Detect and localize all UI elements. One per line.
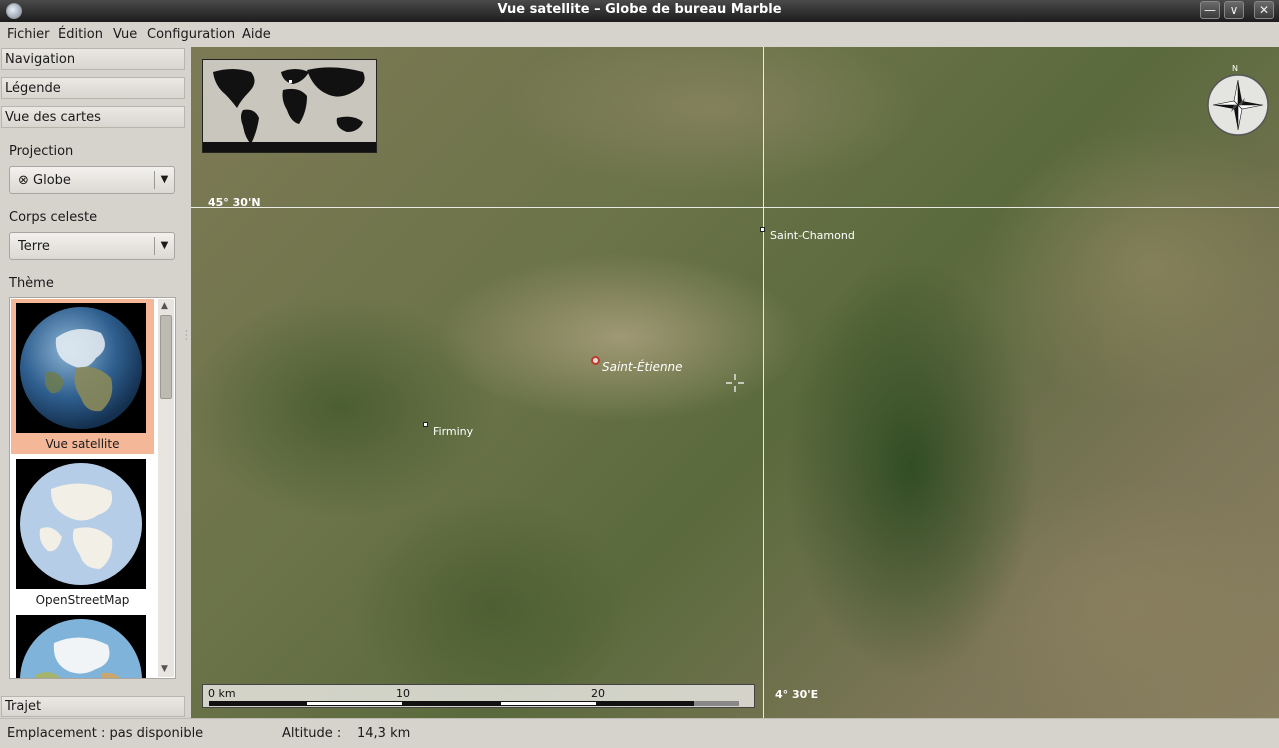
theme-item-openstreetmap[interactable]: OpenStreetMap <box>11 455 154 610</box>
major-city-marker[interactable] <box>591 356 600 365</box>
section-navigation[interactable]: Navigation <box>1 48 185 70</box>
overview-world-map[interactable] <box>202 59 377 153</box>
window-title: Vue satellite – Globe de bureau Marble <box>497 2 782 17</box>
longitude-label: 4° 30'E <box>775 688 819 701</box>
menu-fichier[interactable]: Fichier <box>7 27 50 42</box>
satellite-globe-thumbnail <box>16 303 146 433</box>
compass-icon <box>1207 74 1269 136</box>
chevron-down-icon: ▼ <box>154 237 174 255</box>
close-button[interactable]: ✕ <box>1254 1 1274 19</box>
scale-segment <box>597 701 694 706</box>
city-marker[interactable] <box>760 227 765 232</box>
status-bar: Emplacement : pas disponible Altitude : … <box>0 718 1279 748</box>
menu-bar: Fichier Édition Vue Configuration Aide <box>0 22 1279 47</box>
theme-list-scrollbar[interactable]: ▲ ▼ <box>158 299 174 677</box>
latitude-label: 45° 30'N <box>208 196 261 209</box>
scale-label-20: 20 <box>591 687 605 700</box>
celestial-body-value: Terre <box>18 239 50 254</box>
crosshair-icon <box>725 373 745 393</box>
menu-vue[interactable]: Vue <box>113 27 137 42</box>
menu-aide[interactable]: Aide <box>242 27 271 42</box>
splitter-handle[interactable]: · · · <box>185 328 188 344</box>
theme-caption: OpenStreetMap <box>35 593 130 607</box>
status-altitude-label: Altitude : <box>282 726 342 741</box>
scale-segment <box>694 701 739 706</box>
celestial-body-label: Corps celeste <box>9 210 98 225</box>
atlas-globe-thumbnail <box>16 615 146 678</box>
menu-edition[interactable]: Édition <box>58 27 103 42</box>
scroll-down-icon[interactable]: ▼ <box>161 664 168 674</box>
theme-caption: Vue satellite <box>45 437 120 451</box>
menu-configuration[interactable]: Configuration <box>147 27 235 42</box>
scale-segment <box>403 701 500 706</box>
section-legend[interactable]: Légende <box>1 77 185 99</box>
scrollbar-thumb[interactable] <box>160 315 172 399</box>
sidebar: Navigation Légende Vue des cartes Projec… <box>0 47 190 718</box>
projection-combo[interactable]: ⊗ Globe ▼ <box>9 166 175 194</box>
map-view[interactable]: 45° 30'N 4° 30'E Saint-Chamond Saint-Éti… <box>191 47 1279 718</box>
city-label-saint-chamond[interactable]: Saint-Chamond <box>770 229 855 242</box>
scale-label-0: 0 km <box>208 687 236 700</box>
scale-segment <box>306 701 403 706</box>
city-label-firminy[interactable]: Firminy <box>433 425 473 438</box>
title-bar: Vue satellite – Globe de bureau Marble —… <box>0 0 1279 22</box>
theme-label: Thème <box>9 276 54 291</box>
celestial-body-combo[interactable]: Terre ▼ <box>9 232 175 260</box>
city-label-saint-etienne[interactable]: Saint-Étienne <box>602 360 683 374</box>
scale-bar: 0 km 10 20 <box>202 684 755 708</box>
scale-label-10: 10 <box>396 687 410 700</box>
status-altitude-value: 14,3 km <box>357 726 411 741</box>
theme-list: Vue satellite OpenStreetMap ▲ ▼ <box>9 297 176 679</box>
theme-item-satellite[interactable]: Vue satellite <box>11 299 154 454</box>
maximize-button[interactable]: ∨ <box>1224 1 1244 19</box>
openstreetmap-globe-thumbnail <box>16 459 146 589</box>
section-route[interactable]: Trajet <box>1 696 185 717</box>
globe-icon: ⊗ <box>18 173 34 188</box>
scale-segment <box>500 701 597 706</box>
scroll-up-icon[interactable]: ▲ <box>161 301 168 311</box>
theme-item-atlas[interactable] <box>11 611 154 678</box>
chevron-down-icon: ▼ <box>154 171 174 189</box>
longitude-grid-line <box>763 47 764 718</box>
projection-label: Projection <box>9 144 74 159</box>
section-map-view[interactable]: Vue des cartes <box>1 106 185 128</box>
projection-value: Globe <box>33 173 71 188</box>
latitude-grid-line <box>191 207 1279 208</box>
compass-north-label: N <box>1232 64 1238 73</box>
scale-segment <box>209 701 306 706</box>
status-location: Emplacement : pas disponible <box>7 726 204 741</box>
city-marker[interactable] <box>423 422 428 427</box>
minimize-button[interactable]: — <box>1200 1 1220 19</box>
